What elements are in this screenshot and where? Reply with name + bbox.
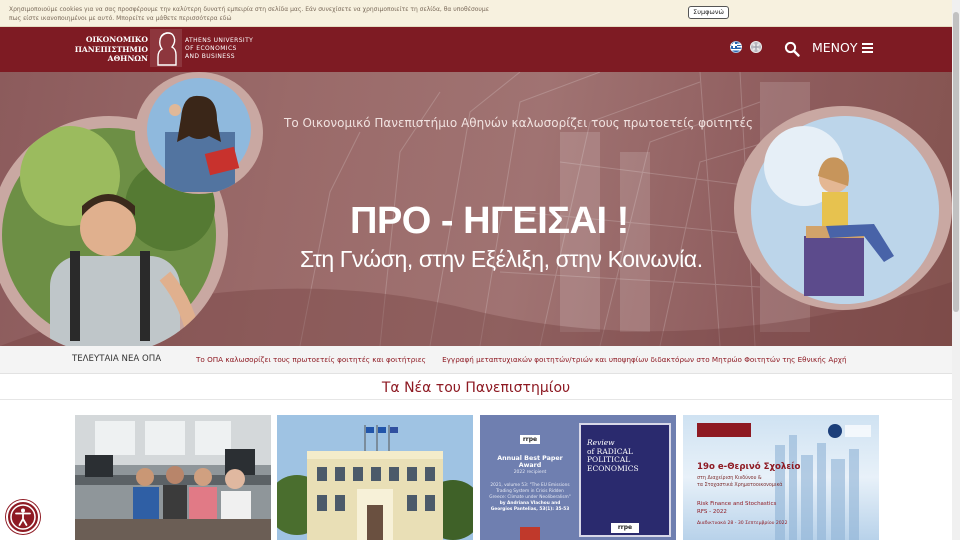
hero-title: ΠΡΟ - ΗΓΕΙΣΑΙ ! [350,200,629,242]
award-year: 2022 recipient [513,470,547,475]
ticker-label: ΤΕΛΕΥΤΑΙΑ ΝΕΑ ΟΠΑ [72,354,162,364]
university-logo[interactable]: ΟΙΚΟΝΟΜΙΚΟ ΠΑΝΕΠΙΣΤΗΜΙΟ ΑΘΗΝΩΝ ATHENS UN… [72,27,272,72]
logo-greek-text: ΟΙΚΟΝΟΜΙΚΟ ΠΑΝΕΠΙΣΤΗΜΙΟ ΑΘΗΝΩΝ [72,35,148,64]
ticker-track: Το ΟΠΑ καλωσορίζει τους πρωτοετείς φοιτη… [196,355,846,364]
journal-title-line: ECONOMICS [587,463,639,473]
journal-title: Review of RADICAL POLITICAL ECONOMICS [587,438,639,473]
rrpe-logo-icon: rrpe [520,435,540,444]
greek-flag-icon[interactable] [730,41,742,53]
accessibility-button[interactable] [6,500,40,534]
summer-school-en-line: RFS - 2022 [697,509,727,515]
journal-cover: Review of RADICAL POLITICAL ECONOMICS rr… [579,423,671,537]
summer-school-en-line: Risk Finance and Stochastics [697,501,777,507]
student-photo-right [734,106,952,310]
hero-subtitle: Στη Γνώση, στην Εξέλιξη, στην Κοινωνία. [300,246,703,272]
news-card-3[interactable]: rrpe Annual Best Paper Award 2022 recipi… [480,415,676,540]
hero-banner[interactable]: Το Οικονομικό Πανεπιστήμιο Αθηνών καλωσο… [0,72,952,346]
summer-school-line: τα Στοχαστικά Χρηματοοικονομικά [697,483,783,488]
accessibility-icon [10,504,36,530]
site-header: ΟΙΚΟΝΟΜΙΚΟ ΠΑΝΕΠΙΣΤΗΜΙΟ ΑΘΗΝΩΝ ATHENS UN… [0,27,952,72]
news-ticker: ΤΕΛΕΥΤΑΙΑ ΝΕΑ ΟΠΑ Το ΟΠΑ καλωσορίζει του… [0,346,952,374]
logo-gr-line: ΠΑΝΕΠΙΣΤΗΜΙΟ [74,44,148,54]
logo-en-line: ATHENS UNIVERSITY [185,37,254,44]
news-section-title: Τα Νέα του Πανεπιστημίου [381,380,571,396]
logo-english-text: ATHENS UNIVERSITY OF ECONOMICS AND BUSIN… [185,37,253,61]
summer-school-english: Risk Finance and Stochastics RFS - 2022 [697,500,776,516]
photo-student-sitting [751,116,939,304]
uk-flag-icon[interactable] [750,41,762,53]
logo-gr-line: ΑΘΗΝΩΝ [107,54,148,63]
student-photo-top [135,72,263,194]
summer-school-subtitle: στη Διαχείριση Κινδύνου & τα Στοχαστικά … [697,475,782,489]
search-icon[interactable] [784,41,800,57]
summer-school-line: στη Διαχείριση Κινδύνου & [697,476,762,481]
cookie-text: Χρησιμοποιούμε cookies για να σας προσφέ… [9,6,489,22]
menu-button[interactable]: ΜΕΝΟΥ [812,39,873,57]
page-scrollbar[interactable] [952,0,960,540]
cookie-banner: Χρησιμοποιούμε cookies για να σας προσφέ… [0,0,952,27]
photo-student-books [147,78,251,192]
logo-en-line: AND BUSINESS [185,53,235,60]
summer-school-title: 19ο e-Θερινό Σχολείο [697,462,801,472]
athena-bust-icon [150,29,182,67]
logo-gr-line: ΟΙΚΟΝΟΜΙΚΟ [85,35,148,44]
photo-university-building [277,415,473,540]
summer-school-dates: Διαδικτυακά 28 - 30 Σεπτεμβρίου 2022 [697,521,788,526]
photo-computer-lab [75,415,271,540]
award-title: Annual Best Paper Award [497,455,563,469]
news-card-1[interactable] [75,415,271,540]
award-desc-line: Georgios Pantelias, 53(1): 35-53 [490,507,570,512]
hamburger-icon [861,43,873,53]
hero-tagline: Το Οικονομικό Πανεπιστήμιο Αθηνών καλωσο… [284,116,753,130]
menu-label: ΜΕΝΟΥ [812,40,858,55]
ticker-item[interactable]: Εγγραφή μεταπτυχιακών φοιτητών/τριών και… [442,355,846,364]
award-description: 2021, volume 53: "The EU Emissions Tradi… [486,483,574,513]
news-card-2[interactable] [277,415,473,540]
news-card-4[interactable]: 19ο e-Θερινό Σχολείο στη Διαχείριση Κινδ… [683,415,879,540]
ticker-item[interactable]: Το ΟΠΑ καλωσορίζει τους πρωτοετείς φοιτη… [196,355,426,364]
award-ribbon-icon [520,527,540,540]
section-divider [0,399,952,400]
scrollbar-thumb[interactable] [953,12,959,312]
cookie-accept-button[interactable]: Συμφωνώ [688,6,729,19]
logo-en-line: OF ECONOMICS [185,45,237,52]
rrpe-logo-icon: rrpe [611,523,639,533]
